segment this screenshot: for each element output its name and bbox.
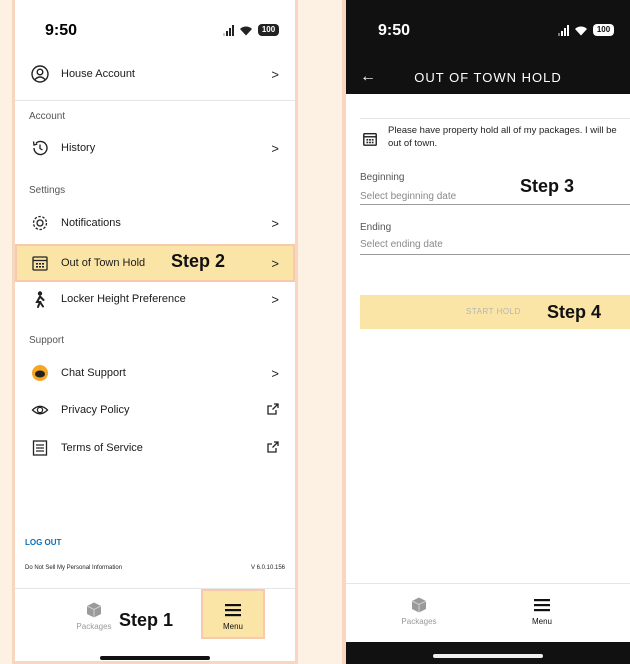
divider bbox=[360, 118, 630, 119]
battery-icon: 100 bbox=[258, 24, 279, 36]
locker-height-label: Locker Height Preference bbox=[61, 293, 186, 305]
calendar-icon bbox=[362, 131, 378, 152]
sidebar-item-locker-height[interactable]: Locker Height Preference > bbox=[15, 281, 295, 317]
chevron-right-icon: > bbox=[271, 215, 279, 231]
tab-menu[interactable]: Menu bbox=[507, 594, 577, 626]
start-hold-label: START HOLD bbox=[466, 307, 521, 316]
calendar-icon bbox=[29, 252, 51, 274]
sidebar-item-privacy-policy[interactable]: Privacy Policy bbox=[15, 392, 295, 428]
hold-notice: Please have property hold all of my pack… bbox=[388, 125, 617, 149]
terms-of-service-label: Terms of Service bbox=[61, 442, 143, 454]
user-icon bbox=[29, 63, 51, 85]
house-account-row[interactable]: House Account > bbox=[15, 56, 295, 92]
sidebar-item-terms-of-service[interactable]: Terms of Service bbox=[15, 430, 295, 466]
step3-annotation: Step 3 bbox=[520, 176, 575, 196]
chevron-right-icon: > bbox=[271, 255, 279, 271]
wifi-icon bbox=[240, 26, 252, 35]
do-not-sell-link[interactable]: Do Not Sell My Personal Information bbox=[25, 565, 122, 571]
status-time: 9:50 bbox=[378, 22, 411, 39]
beginning-date-field[interactable]: Select beginning date bbox=[360, 191, 456, 202]
home-indicator bbox=[100, 656, 210, 660]
beginning-underline bbox=[360, 204, 630, 205]
beginning-label: Beginning bbox=[360, 172, 405, 183]
status-time: 9:50 bbox=[45, 22, 78, 39]
history-icon bbox=[29, 137, 51, 159]
section-settings: Settings bbox=[29, 185, 66, 196]
status-bar: 9:50 100 bbox=[15, 0, 295, 60]
notifications-label: Notifications bbox=[61, 217, 121, 229]
external-link-icon bbox=[267, 440, 279, 456]
history-label: History bbox=[61, 142, 96, 154]
sidebar-item-history[interactable]: History > bbox=[15, 130, 295, 166]
logout-link[interactable]: LOG OUT bbox=[25, 538, 61, 547]
person-height-icon bbox=[29, 288, 51, 310]
step4-annotation: Step 4 bbox=[547, 302, 602, 322]
tab-packages-label: Packages bbox=[401, 617, 437, 626]
app-bar: ← OUT OF TOWN HOLD bbox=[346, 60, 630, 94]
chevron-right-icon: > bbox=[271, 291, 279, 307]
section-support: Support bbox=[29, 335, 65, 346]
wifi-icon bbox=[575, 26, 587, 35]
signal-icon bbox=[223, 24, 234, 36]
battery-icon: 100 bbox=[593, 24, 614, 36]
signal-icon bbox=[558, 24, 569, 36]
document-list-icon bbox=[29, 437, 51, 459]
chevron-right-icon: > bbox=[271, 66, 279, 82]
tab-menu-label: Menu bbox=[222, 622, 243, 631]
gear-icon bbox=[29, 212, 51, 234]
page-title: OUT OF TOWN HOLD bbox=[414, 70, 562, 85]
menu-screen: 9:50 100 House Account > Account History… bbox=[12, 0, 298, 664]
hamburger-menu-icon bbox=[198, 599, 268, 621]
out-of-town-hold-label: Out of Town Hold bbox=[61, 257, 146, 269]
ending-label: Ending bbox=[360, 222, 392, 233]
section-account: Account bbox=[29, 111, 66, 122]
chat-support-icon bbox=[29, 362, 51, 384]
privacy-policy-label: Privacy Policy bbox=[61, 404, 130, 416]
step1-annotation: Step 1 bbox=[119, 610, 174, 630]
tab-bar: Packages Menu Step 1 bbox=[15, 588, 295, 661]
sidebar-item-chat-support[interactable]: Chat Support > bbox=[15, 355, 295, 391]
ending-underline bbox=[360, 254, 630, 255]
chat-support-label: Chat Support bbox=[61, 367, 126, 379]
tab-packages[interactable]: Packages bbox=[384, 594, 454, 626]
ending-date-field[interactable]: Select ending date bbox=[360, 239, 443, 250]
step2-annotation: Step 2 bbox=[171, 251, 226, 271]
tab-bar: Packages Menu bbox=[346, 583, 630, 642]
system-bar bbox=[346, 642, 630, 664]
status-bar: 9:50 100 bbox=[346, 0, 630, 60]
tab-menu[interactable]: Menu bbox=[198, 599, 268, 631]
house-account-label: House Account bbox=[61, 68, 135, 80]
hamburger-menu-icon bbox=[507, 594, 577, 616]
chevron-right-icon: > bbox=[271, 365, 279, 381]
sidebar-item-notifications[interactable]: Notifications > bbox=[15, 205, 295, 241]
hold-screen: 9:50 100 ← OUT OF TOWN HOLD Please have … bbox=[342, 0, 630, 664]
sidebar-item-out-of-town-hold[interactable]: Out of Town Hold > bbox=[15, 245, 295, 281]
tab-menu-label: Menu bbox=[531, 617, 552, 626]
external-link-icon bbox=[267, 402, 279, 418]
home-indicator bbox=[433, 654, 543, 658]
divider bbox=[15, 100, 295, 101]
eye-icon bbox=[29, 399, 51, 421]
package-icon bbox=[384, 594, 454, 616]
chevron-right-icon: > bbox=[271, 140, 279, 156]
app-version: V 6.0.10.156 bbox=[250, 565, 285, 571]
